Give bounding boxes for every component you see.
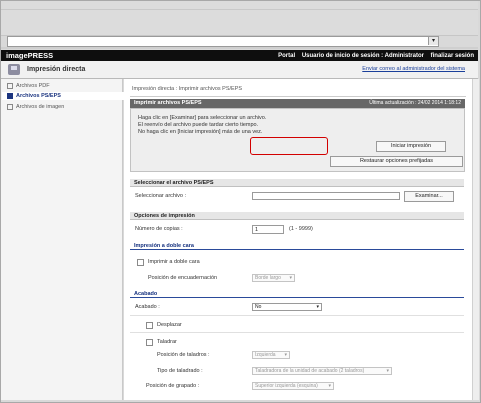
- binding-value: Borde largo: [255, 275, 281, 281]
- sidebar: Archivos PDF Archivos PS/EPS Archivos de…: [1, 79, 125, 400]
- punch-type-select[interactable]: Taladradora de la unidad de acabado (2 t…: [252, 367, 392, 375]
- punch-type-value: Taladradora de la unidad de acabado (2 t…: [255, 368, 365, 374]
- binding-label: Posición de encuadernación: [148, 275, 218, 281]
- info-message: Haga clic en [Examinar] para seleccionar…: [138, 115, 267, 121]
- sidebar-item-ps-eps[interactable]: Archivos PS/EPS: [2, 92, 125, 100]
- last-update: Última actualización : 24/02 2014 1:18:1…: [369, 100, 461, 106]
- row-divider: [130, 315, 464, 316]
- highlight-box: [250, 137, 328, 155]
- page-title: Imprimir archivos PS/EPS: [134, 100, 202, 106]
- chevron-down-icon: ▾: [328, 383, 331, 389]
- copies-label: Número de copias :: [135, 226, 183, 232]
- print-options-header: Opciones de impresión: [130, 212, 464, 220]
- app-title: Impresión directa: [27, 66, 86, 73]
- file-path-input[interactable]: [252, 192, 400, 200]
- copies-range: (1 - 9999): [289, 226, 313, 232]
- bullet-icon: [7, 92, 13, 99]
- logout-link[interactable]: finalizar sesión: [431, 53, 474, 59]
- punch-type-label: Tipo de taladrado :: [157, 368, 203, 374]
- info-message: El reenvío del archivo puede tardar cier…: [138, 122, 259, 128]
- sidebar-item-label: Archivos de imagen: [16, 104, 65, 110]
- staple-position-label: Posición de grapado :: [146, 383, 200, 389]
- punch-position-label: Posición de taladros :: [157, 352, 210, 358]
- brand-logo: imagePRESS: [6, 51, 54, 60]
- finishing-label: Acabado :: [135, 304, 160, 310]
- printer-icon: [8, 64, 20, 75]
- duplex-checkbox[interactable]: [137, 259, 144, 266]
- punch-label: Taladrar: [157, 339, 177, 345]
- address-dropdown-button[interactable]: ▾: [428, 37, 438, 45]
- chevron-down-icon: ▾: [284, 352, 287, 358]
- sidebar-item-images[interactable]: Archivos de imagen: [7, 103, 64, 111]
- file-label: Seleccionar archivo :: [135, 193, 187, 199]
- sidebar-item-label: Archivos PS/EPS: [16, 93, 61, 99]
- app-titlebar: Impresión directa Enviar correo al admin…: [1, 61, 478, 79]
- chevron-down-icon: ▾: [316, 304, 319, 310]
- sidebar-item-label: Archivos PDF: [16, 83, 50, 89]
- bullet-icon: [7, 103, 13, 110]
- address-bar[interactable]: [7, 36, 439, 47]
- divider: [130, 96, 466, 97]
- finishing-section-header: Acabado: [130, 290, 464, 298]
- staple-position-select[interactable]: Superior izquierda (esquina) ▾: [252, 382, 334, 390]
- punch-checkbox[interactable]: [146, 339, 153, 346]
- chevron-down-icon: ▾: [289, 275, 292, 281]
- bullet-icon: [7, 82, 13, 89]
- browser-chrome: [1, 1, 478, 36]
- offset-label: Desplazar: [157, 322, 182, 328]
- finishing-select[interactable]: No ▾: [252, 303, 322, 311]
- vertical-scrollbar[interactable]: [472, 79, 479, 400]
- copies-input[interactable]: 1: [252, 225, 284, 234]
- offset-checkbox[interactable]: [146, 322, 153, 329]
- breadcrumb: Impresión directa : Imprimir archivos PS…: [132, 86, 243, 92]
- browse-button[interactable]: Examinar...: [404, 191, 454, 202]
- portal-link[interactable]: Portal: [278, 53, 295, 59]
- finishing-value: No: [255, 304, 262, 310]
- chrome-divider: [1, 9, 478, 10]
- duplex-label: Imprimir a doble cara: [148, 259, 200, 265]
- reset-defaults-button[interactable]: Restaurar opciones prefijadas: [330, 156, 463, 167]
- duplex-section-header: Impresión a doble cara: [130, 242, 464, 250]
- start-print-button[interactable]: Iniciar impresión: [376, 141, 446, 152]
- toolbar-strip: [1, 47, 478, 49]
- binding-select[interactable]: Borde largo ▾: [252, 274, 295, 282]
- header-links: Portal Usuario de inicio de sesión : Adm…: [273, 51, 474, 61]
- staple-position-value: Superior izquierda (esquina): [255, 383, 318, 389]
- sidebar-item-pdf[interactable]: Archivos PDF: [7, 82, 50, 90]
- punch-position-select[interactable]: Izquierda ▾: [252, 351, 290, 359]
- email-admin-link[interactable]: Enviar correo al administrador del siste…: [362, 66, 465, 72]
- file-section-header: Seleccionar el archivo PS/EPS: [130, 179, 464, 187]
- chevron-down-icon: ▾: [386, 368, 389, 374]
- info-message: No haga clic en [Iniciar impresión] más …: [138, 129, 263, 135]
- row-divider: [130, 332, 464, 333]
- main-content: Impresión directa : Imprimir archivos PS…: [124, 79, 472, 400]
- login-user-label: Usuario de inicio de sesión : Administra…: [301, 53, 424, 59]
- top-header: imagePRESS Portal Usuario de inicio de s…: [1, 50, 478, 61]
- punch-position-value: Izquierda: [255, 352, 276, 358]
- page-header: Imprimir archivos PS/EPS Última actualiz…: [130, 99, 465, 108]
